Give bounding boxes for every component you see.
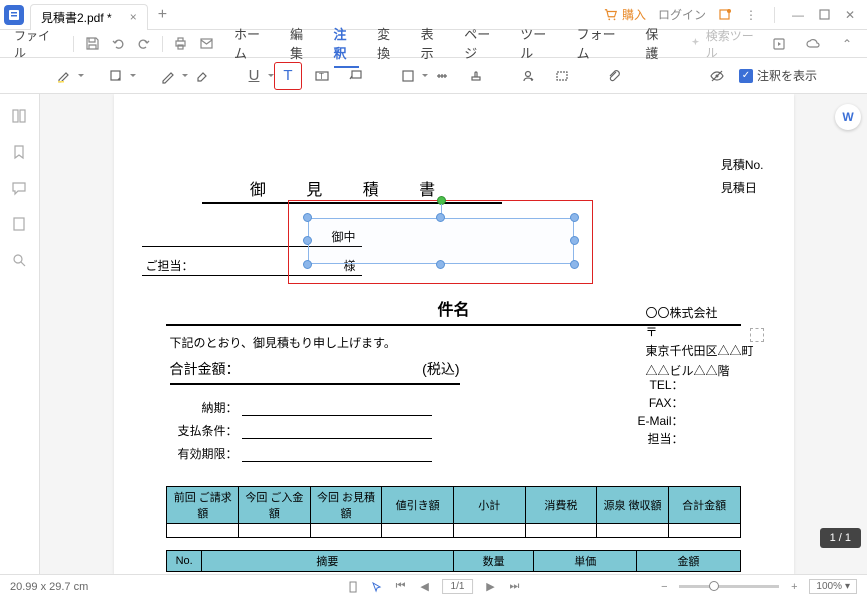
hide-annot-tool[interactable]	[703, 62, 731, 90]
notify-icon[interactable]	[718, 8, 732, 22]
prev-page-icon[interactable]: ◀	[418, 580, 432, 594]
next-page-icon[interactable]: ▶	[483, 580, 497, 594]
underline-tool[interactable]: U	[240, 62, 268, 90]
document-canvas[interactable]: 御 見 積 書 見積No. 見積日 御中 ご担当： 様 件名 下記のとおり、御見…	[40, 94, 867, 574]
resize-handle-sw[interactable]	[303, 260, 312, 269]
resize-handle-ne[interactable]	[570, 213, 579, 222]
new-tab-button[interactable]: +	[158, 6, 167, 24]
page-indicator: 1 / 1	[820, 528, 861, 548]
area-tool[interactable]	[548, 62, 576, 90]
print-icon[interactable]	[169, 32, 193, 56]
undo-icon[interactable]	[106, 32, 130, 56]
cloud-icon[interactable]	[801, 32, 825, 56]
first-page-icon[interactable]: ⏮	[394, 580, 408, 594]
eraser-tool[interactable]	[188, 62, 216, 90]
textbox-tool[interactable]: T	[308, 62, 336, 90]
summary-table: 前回 ご請求額 今回 ご入金額 今回 お見積額 値引き額 小計 消費税 源泉 徴…	[166, 486, 740, 538]
zoom-slider[interactable]	[679, 585, 779, 588]
pencil-tool[interactable]	[154, 62, 182, 90]
quote-info: 見積No. 見積日	[721, 156, 764, 202]
signature-tool[interactable]	[514, 62, 542, 90]
callout-tool[interactable]	[342, 62, 370, 90]
show-annotations-toggle[interactable]: ✓ 注釈を表示	[739, 67, 817, 84]
email-icon[interactable]	[194, 32, 218, 56]
page-input[interactable]: 1/1	[442, 579, 474, 594]
status-bar: 20.99 x 29.7 cm ⏮ ◀ 1/1 ▶ ⏭ − + 100%▾	[0, 574, 867, 598]
chevron-down-icon: ▾	[845, 581, 850, 592]
checkbox-checked-icon: ✓	[739, 69, 753, 83]
highlight-tool[interactable]	[50, 62, 78, 90]
bookmark-icon[interactable]	[11, 144, 29, 162]
attach-tool[interactable]	[600, 62, 628, 90]
zoom-out-icon[interactable]: −	[657, 580, 671, 594]
resize-handle-e[interactable]	[570, 236, 579, 245]
svg-text:T: T	[319, 72, 324, 81]
detail-table: No. 摘要 数量 単価 金額	[166, 550, 740, 572]
resize-handle-nw[interactable]	[303, 213, 312, 222]
measure-tool[interactable]	[428, 62, 456, 90]
stamp-placeholder	[750, 328, 764, 342]
main-area: 御 見 積 書 見積No. 見積日 御中 ご担当： 様 件名 下記のとおり、御見…	[0, 94, 867, 574]
text-frame[interactable]	[308, 218, 574, 264]
resize-handle-n[interactable]	[436, 213, 445, 222]
fit-page-icon[interactable]	[346, 580, 360, 594]
word-export-button[interactable]: W	[835, 104, 861, 130]
shape-tool[interactable]	[394, 62, 422, 90]
zoom-slider-thumb[interactable]	[709, 581, 719, 591]
search-panel-icon[interactable]	[11, 252, 29, 270]
thumbnails-icon[interactable]	[11, 108, 29, 126]
doc-title: 御 見 積 書	[202, 176, 502, 204]
maximize-button[interactable]	[817, 8, 831, 22]
sparkle-icon	[689, 37, 702, 50]
more-icon[interactable]: ⋮	[744, 8, 758, 22]
page-dimensions: 20.99 x 29.7 cm	[10, 581, 88, 593]
table-row	[167, 524, 740, 538]
collapse-ribbon-icon[interactable]: ⌃	[835, 32, 859, 56]
stamp-tool[interactable]	[462, 62, 490, 90]
tab-close-icon[interactable]: ×	[130, 10, 137, 24]
zoom-select[interactable]: 100%▾	[809, 579, 857, 594]
redo-icon[interactable]	[132, 32, 156, 56]
zoom-in-icon[interactable]: +	[787, 580, 801, 594]
attachment-panel-icon[interactable]	[11, 216, 29, 234]
comment-icon[interactable]	[11, 180, 29, 198]
search-tool[interactable]: 検索ツール	[689, 27, 765, 61]
total-line: 合計金額： (税込)	[170, 359, 460, 385]
resize-handle-w[interactable]	[303, 236, 312, 245]
left-sidebar	[0, 94, 40, 574]
contact-info: TEL： FAX： E-Mail： 担当：	[637, 376, 683, 448]
app-icon	[4, 5, 24, 25]
cursor-mode-icon[interactable]	[370, 580, 384, 594]
resize-handle-s[interactable]	[436, 260, 445, 269]
note-tool[interactable]	[102, 62, 130, 90]
menu-bar: ファイル ホーム 編集 注釈 変換 表示 ページ ツール フォーム 保護 検索ツ…	[0, 30, 867, 58]
file-menu[interactable]: ファイル	[8, 27, 67, 61]
save-icon[interactable]	[80, 32, 104, 56]
annotation-toolbar: U T T ✓ 注釈を表示	[0, 58, 867, 94]
tab-title: 見積書2.pdf *	[41, 9, 112, 26]
share-icon[interactable]	[767, 32, 791, 56]
company-info: 〇〇株式会社 〒 東京千代田区△△町 △△ビル△△階	[645, 304, 753, 381]
text-tool[interactable]: T	[274, 62, 302, 90]
text-annotation-selection[interactable]	[308, 218, 574, 264]
resize-handle-se[interactable]	[570, 260, 579, 269]
page: 御 見 積 書 見積No. 見積日 御中 ご担当： 様 件名 下記のとおり、御見…	[114, 94, 794, 574]
minimize-button[interactable]: —	[791, 8, 805, 22]
close-button[interactable]: ✕	[843, 8, 857, 22]
last-page-icon[interactable]: ⏭	[507, 580, 521, 594]
